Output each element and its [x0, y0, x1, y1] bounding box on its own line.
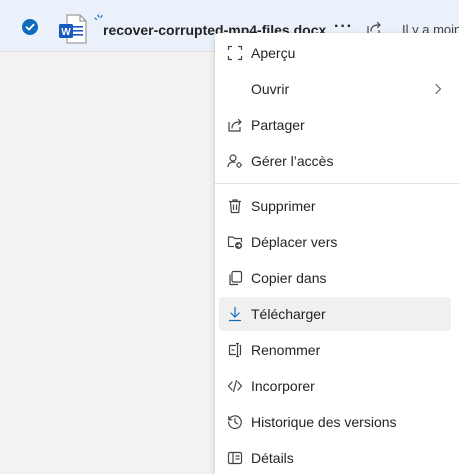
preview-icon — [227, 45, 243, 61]
menu-item-deplacer[interactable]: Déplacer vers — [219, 225, 451, 259]
chevron-right-icon — [435, 83, 442, 95]
menu-item-historique[interactable]: Historique des versions — [219, 405, 451, 439]
manage-access-icon — [227, 154, 242, 168]
copy-icon — [229, 270, 243, 286]
menu-divider — [215, 183, 459, 184]
menu-item-partager[interactable]: Partager — [219, 108, 451, 142]
menu-item-copier[interactable]: Copier dans — [219, 261, 451, 295]
menu-item-label: Copier dans — [251, 270, 327, 286]
menu-item-ouvrir[interactable]: Ouvrir — [219, 72, 451, 106]
share-icon — [228, 118, 242, 132]
menu-item-details[interactable]: Détails — [219, 441, 451, 474]
context-menu: Aperçu Ouvrir Partager Gérer l’accès Sup… — [215, 33, 459, 474]
menu-item-label: Gérer l’accès — [251, 153, 334, 169]
word-doc-icon: W — [59, 14, 87, 44]
menu-item-supprimer[interactable]: Supprimer — [219, 189, 451, 223]
embed-icon — [227, 379, 243, 393]
download-icon — [228, 306, 242, 322]
menu-item-incorporer[interactable]: Incorporer — [219, 369, 451, 403]
history-icon — [228, 415, 242, 430]
menu-item-label: Incorporer — [251, 378, 315, 394]
menu-item-label: Ouvrir — [251, 81, 290, 97]
menu-item-gerer-acces[interactable]: Gérer l’accès — [219, 144, 451, 178]
menu-item-label: Historique des versions — [251, 414, 397, 430]
rename-icon — [228, 342, 242, 358]
menu-item-label: Supprimer — [251, 198, 316, 214]
menu-item-label: Partager — [251, 117, 305, 133]
details-icon — [227, 451, 243, 465]
svg-text:W: W — [61, 27, 71, 38]
trash-icon — [229, 199, 241, 214]
move-folder-icon — [227, 236, 243, 249]
selected-check-icon[interactable] — [22, 19, 38, 35]
menu-item-label: Télécharger — [251, 306, 326, 322]
menu-item-label: Aperçu — [251, 45, 296, 61]
menu-item-label: Déplacer vers — [251, 234, 338, 250]
menu-item-label: Détails — [251, 450, 294, 466]
menu-item-label: Renommer — [251, 342, 321, 358]
menu-item-apercu[interactable]: Aperçu — [219, 36, 451, 70]
menu-item-renommer[interactable]: Renommer — [219, 333, 451, 367]
menu-item-telecharger[interactable]: Télécharger — [219, 297, 451, 331]
